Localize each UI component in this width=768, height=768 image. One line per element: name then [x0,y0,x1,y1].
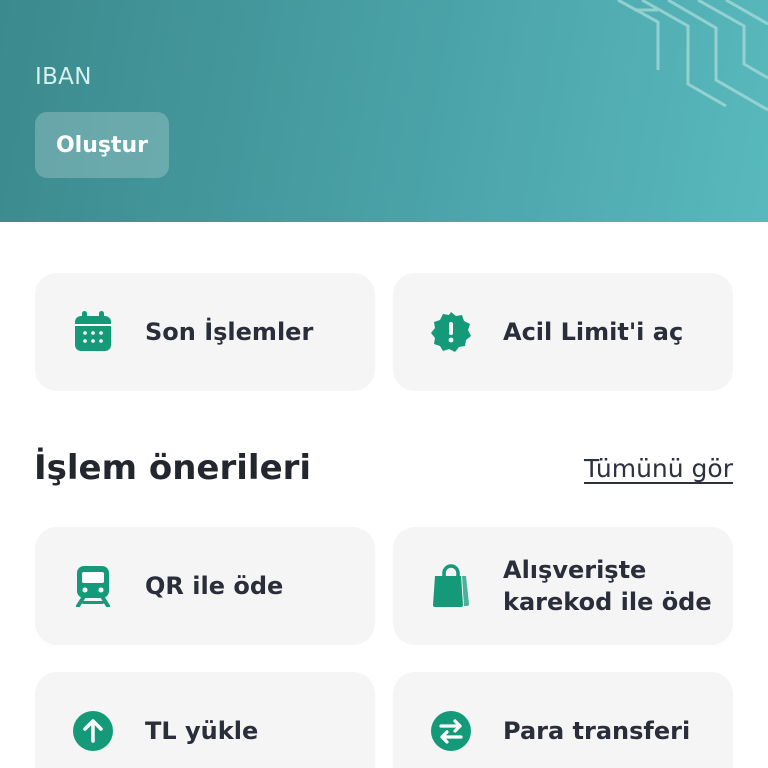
see-all-link[interactable]: Tümünü gör [584,454,733,483]
load-tl-card[interactable]: TL yükle [35,672,375,768]
emergency-limit-card[interactable]: Acil Limit'i aç [393,273,733,391]
emergency-limit-label: Acil Limit'i aç [503,318,684,346]
train-icon [71,564,115,608]
calendar-icon [71,310,115,354]
account-header: IBAN Oluştur [0,0,768,222]
shopping-bag-icon [429,564,473,608]
arrow-up-circle-icon [71,709,115,753]
create-iban-button[interactable]: Oluştur [35,112,169,178]
money-transfer-card[interactable]: Para transferi [393,672,733,768]
transfer-arrows-icon [429,709,473,753]
recent-transactions-card[interactable]: Son İşlemler [35,273,375,391]
iban-label: IBAN [35,64,92,90]
header-decoration-icon [617,0,768,112]
money-transfer-label: Para transferi [503,717,691,745]
qr-pay-card[interactable]: QR ile öde [35,527,375,645]
recent-transactions-label: Son İşlemler [145,318,314,346]
shopping-qr-pay-card[interactable]: Alışverişte karekod ile öde [393,527,733,645]
screen: IBAN Oluştur Son İşlemler Acil Limit'i a… [0,0,768,768]
alert-badge-icon [429,310,473,354]
load-tl-label: TL yükle [145,717,259,745]
suggestions-title: İşlem önerileri [34,448,312,488]
qr-pay-label: QR ile öde [145,572,284,600]
shopping-qr-pay-label: Alışverişte karekod ile öde [503,556,712,616]
